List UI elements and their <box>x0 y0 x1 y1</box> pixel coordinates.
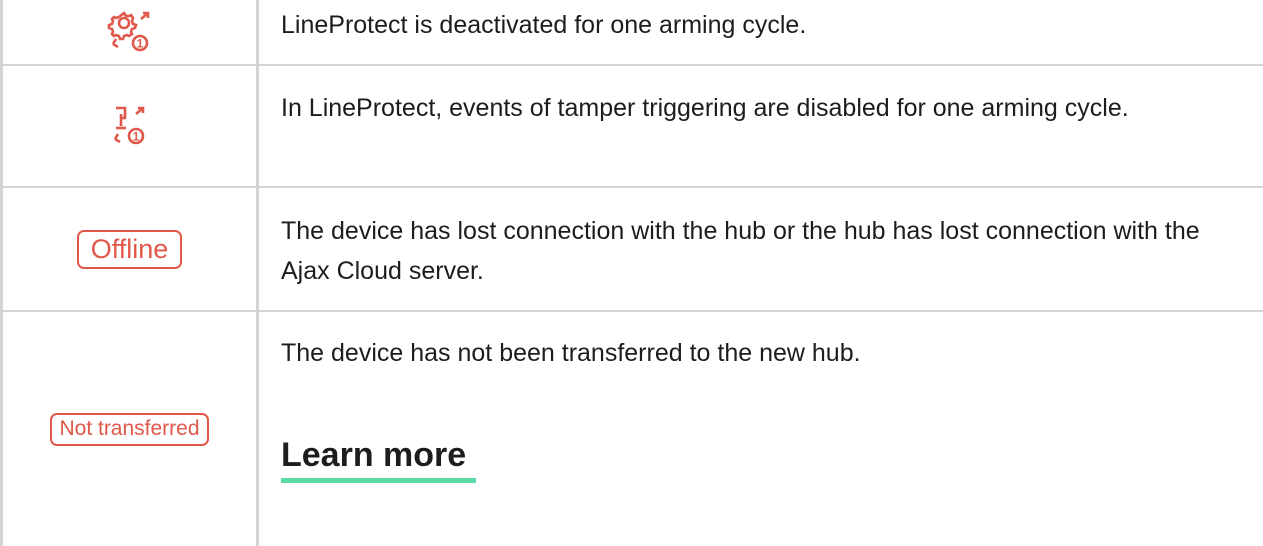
status-badge-not-transferred: Not transferred <box>50 412 209 446</box>
table-row-description: The device has not been transferred to t… <box>281 339 861 367</box>
tamper-one-cycle-icon: 1 <box>110 104 150 148</box>
table-row-icon-cell: 1 <box>3 66 256 186</box>
status-badge-offline: Offline <box>76 229 183 269</box>
gear-one-cycle-icon: 1 <box>107 9 153 55</box>
table-column-divider <box>256 0 259 546</box>
svg-text:1: 1 <box>136 37 143 51</box>
table-row-icon-cell: 1 <box>3 0 256 64</box>
learn-more-link[interactable]: Learn more <box>281 434 466 476</box>
table-row-icon-cell: Not transferred <box>3 312 256 546</box>
table-row-description: LineProtect is deactivated for one armin… <box>281 11 807 39</box>
table-row-icon-cell: Offline <box>3 188 256 310</box>
table-row-description: In LineProtect, events of tamper trigger… <box>281 94 1129 122</box>
svg-text:1: 1 <box>132 130 139 144</box>
status-table: 1 LineProtect is deactivated for one arm… <box>0 0 1263 546</box>
table-row-description: The device has lost connection with the … <box>281 217 1200 285</box>
learn-more-underline <box>281 478 476 483</box>
